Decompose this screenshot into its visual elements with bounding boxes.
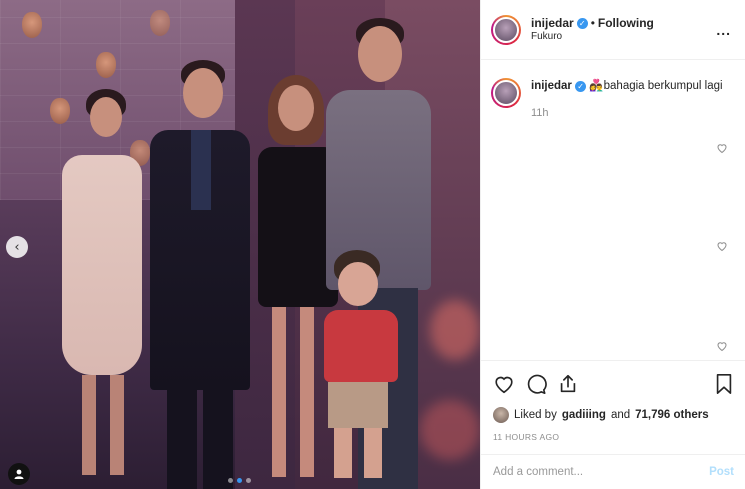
caption-avatar[interactable]: [491, 78, 521, 108]
carousel-dots: [228, 478, 251, 483]
carousel-dot: [228, 478, 233, 483]
liker-avatar[interactable]: [493, 407, 509, 423]
carousel-dot: [246, 478, 251, 483]
post-side-panel: inijedar ✓ • Following Fukuro ... inijed…: [480, 0, 745, 489]
header-separator: •: [590, 15, 595, 30]
comment-like-heart-icon[interactable]: [716, 340, 728, 352]
caption-time: 11h: [531, 107, 549, 120]
comments-area[interactable]: inijedar ✓ 👩‍❤️‍👨bahagia berkumpul lagi …: [481, 60, 745, 360]
likes-count-button[interactable]: 71,796 others: [635, 409, 709, 421]
caption-text: bahagia berkumpul lagi: [603, 80, 723, 92]
carousel-dot-active: [237, 478, 242, 483]
share-icon[interactable]: [557, 373, 579, 395]
likes-and: and: [610, 409, 631, 421]
carousel-prev-button[interactable]: ‹: [6, 236, 28, 258]
caption-username[interactable]: inijedar: [531, 80, 572, 92]
add-comment-bar: Post: [481, 454, 745, 489]
action-icons: [493, 371, 734, 397]
comment-input[interactable]: [493, 466, 710, 478]
person-man-suit: [145, 60, 255, 489]
location-link[interactable]: Fukuro: [531, 31, 716, 44]
post-comment-button[interactable]: Post: [709, 466, 734, 478]
likes-prefix: Liked by: [514, 409, 557, 421]
verified-badge-icon: ✓: [576, 17, 588, 29]
wall-mask: [96, 52, 116, 78]
bookmark-icon[interactable]: [714, 373, 734, 395]
verified-badge-icon: ✓: [575, 81, 587, 92]
caption: inijedar ✓ 👩‍❤️‍👨bahagia berkumpul lagi …: [481, 60, 745, 121]
following-button[interactable]: Following: [598, 16, 654, 31]
avatar[interactable]: [491, 14, 521, 45]
heart-icon[interactable]: [493, 373, 515, 395]
user-tag-button[interactable]: [8, 463, 30, 485]
post-timestamp[interactable]: 11 HOURS AGO: [493, 432, 734, 442]
wall-mask: [22, 12, 42, 38]
person-woman-white-dress: [52, 89, 152, 489]
likes-summary: Liked by gadiiing and 71,796 others: [493, 407, 734, 423]
person-child: [320, 250, 410, 489]
more-options-button[interactable]: ...: [716, 22, 731, 38]
header-username[interactable]: inijedar: [531, 16, 574, 31]
post-photo[interactable]: ‹: [0, 0, 480, 489]
chevron-left-icon: ‹: [14, 239, 20, 255]
post-header: inijedar ✓ • Following Fukuro ...: [481, 0, 745, 60]
couple-emoji-icon: 👩‍❤️‍👨: [589, 80, 604, 92]
liker-username[interactable]: gadiiing: [562, 409, 606, 421]
photo-light: [430, 300, 480, 360]
wall-mask: [150, 10, 170, 36]
comment-icon[interactable]: [525, 373, 547, 395]
post-actions: Liked by gadiiing and 71,796 others 11 H…: [481, 360, 745, 442]
comment-like-heart-icon[interactable]: [716, 142, 728, 154]
user-tag-icon: [14, 469, 24, 479]
comment-like-heart-icon[interactable]: [716, 240, 728, 252]
